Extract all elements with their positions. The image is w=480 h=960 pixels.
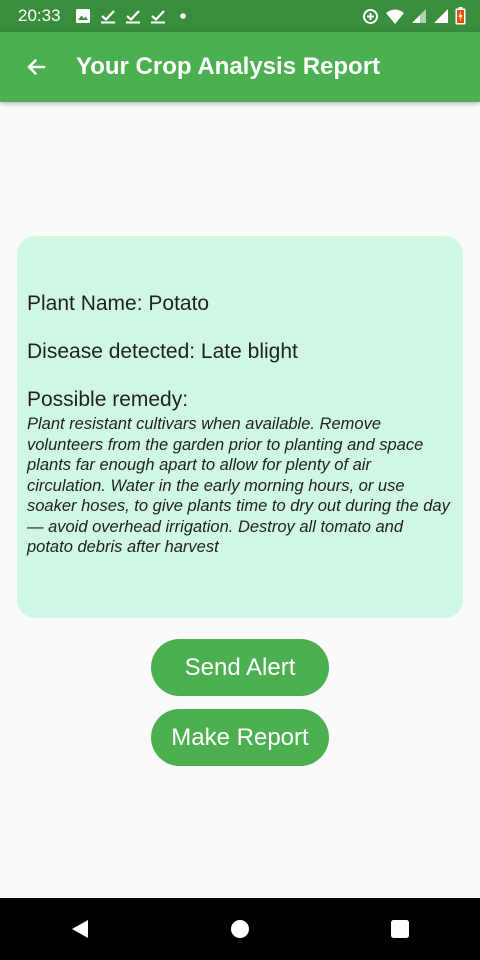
send-alert-button[interactable]: Send Alert (151, 639, 329, 696)
disease-detected: Disease detected: Late blight (27, 340, 298, 363)
status-bar: 20:33 (0, 0, 480, 32)
remedy-label: Possible remedy: (27, 388, 189, 411)
image-icon (75, 8, 91, 24)
nav-home-button[interactable] (216, 905, 264, 953)
back-button[interactable] (16, 47, 56, 87)
page-title: Your Crop Analysis Report (76, 53, 381, 80)
download-done-icon (100, 8, 116, 24)
data-saver-icon (362, 8, 379, 25)
signal-icon (433, 8, 449, 24)
nav-back-button[interactable] (56, 905, 104, 953)
signal-icon (411, 8, 427, 24)
status-time: 20:33 (18, 6, 61, 25)
arrow-back-icon (24, 55, 48, 79)
dot-icon (175, 8, 191, 24)
download-done-icon (150, 8, 166, 24)
wifi-icon (385, 8, 405, 25)
download-done-icon (125, 8, 141, 24)
analysis-card: Plant Name: Potato Disease detected: Lat… (17, 236, 463, 618)
triangle-back-icon (69, 918, 91, 940)
remedy-text: Plant resistant cultivars when available… (27, 415, 450, 556)
home-circle-icon (230, 919, 250, 939)
app-bar: Your Crop Analysis Report (0, 32, 480, 102)
make-report-button[interactable]: Make Report (151, 709, 329, 766)
square-recents-icon (390, 919, 410, 939)
plant-name: Plant Name: Potato (27, 292, 210, 315)
navigation-bar (0, 898, 480, 960)
nav-recents-button[interactable] (376, 905, 424, 953)
battery-charging-icon (455, 7, 466, 25)
